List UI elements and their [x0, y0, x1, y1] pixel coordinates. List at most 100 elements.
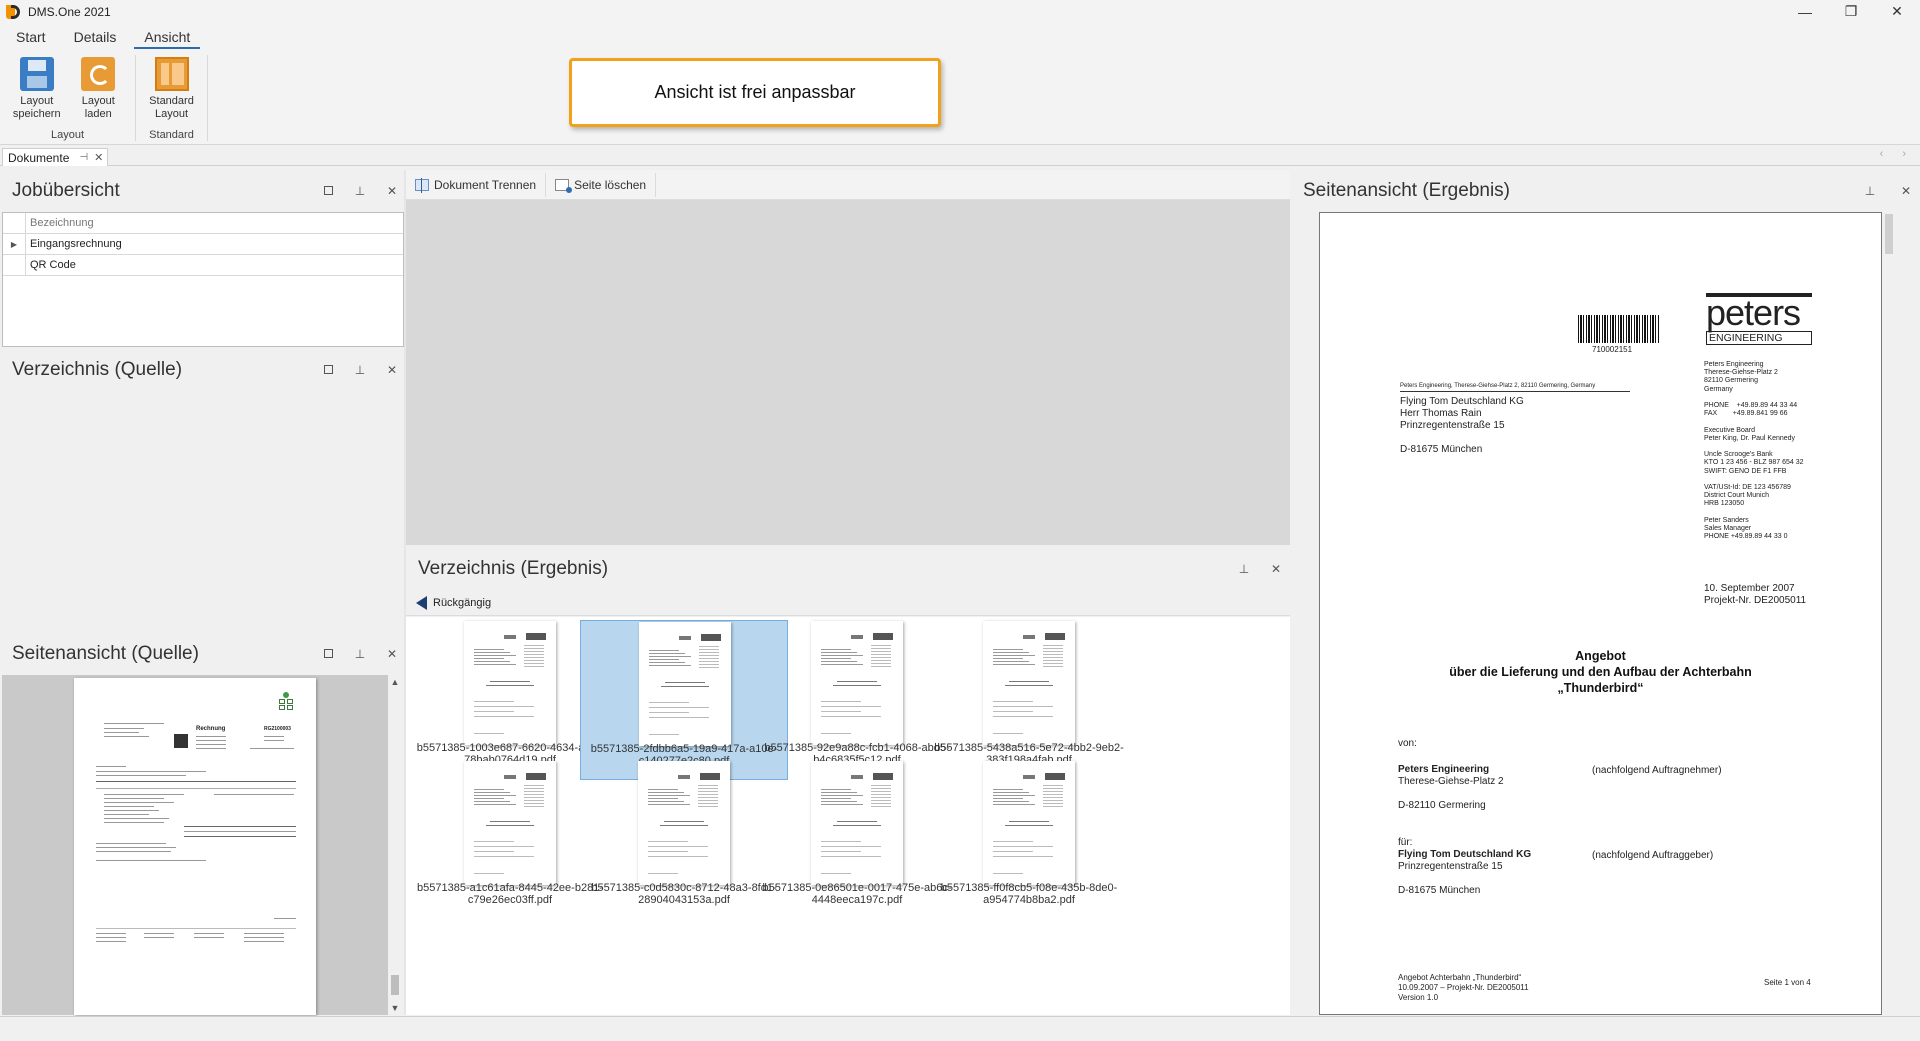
thumbnail-page-image [464, 621, 556, 745]
table-row[interactable]: ▶ Eingangsrechnung [3, 234, 403, 255]
recipient-address: Flying Tom Deutschland KG Herr Thomas Ra… [1400, 396, 1524, 455]
tab-dokumente[interactable]: Dokumente ⊣ ✕ [2, 148, 108, 166]
panel-tools: ⊥ ✕ [322, 633, 398, 675]
undo-arrow-icon [416, 595, 427, 610]
thumbnail-page-image [983, 621, 1075, 745]
title-bar: DMS.One 2021 — ❐ ✕ [0, 0, 1920, 23]
pin-icon[interactable]: ⊥ [354, 647, 366, 661]
invoice-number: RG2100003 [264, 726, 291, 732]
panel-title: Verzeichnis (Quelle) [12, 359, 183, 380]
group-label-standard: Standard [149, 129, 194, 141]
scroll-thumb[interactable] [1885, 214, 1893, 254]
tab-ansicht[interactable]: Ansicht [134, 27, 201, 49]
window-title: DMS.One 2021 [28, 4, 111, 19]
result-directory-panel: Verzeichnis (Ergebnis) ⊥ ✕ Rückgängig b5… [406, 548, 1290, 1015]
expand-arrow-icon[interactable]: ▶ [3, 234, 26, 254]
maximize-icon[interactable] [322, 647, 334, 661]
von-label: von: [1398, 738, 1417, 749]
barcode-icon [1578, 315, 1660, 343]
fuer-name: Flying Tom Deutschland KG [1398, 849, 1532, 860]
floppy-disk-icon [19, 57, 54, 91]
column-header-bezeichnung[interactable]: Bezeichnung [26, 217, 94, 229]
letter-date: 10. September 2007 Projekt-Nr. DE2005011 [1704, 583, 1807, 606]
app-logo-icon [6, 4, 20, 19]
close-icon[interactable]: ✕ [386, 363, 398, 377]
result-page-panel: Seitenansicht (Ergebnis) ⊥ ✕ 710002151 p… [1291, 170, 1920, 1015]
source-page-viewport[interactable]: Rechnung RG2100003 [2, 675, 388, 1015]
source-page-panel: Seitenansicht (Quelle) ⊥ ✕ Rechnung RG21… [0, 633, 406, 1015]
delete-page-button[interactable]: Seite löschen [546, 172, 657, 197]
undo-label: Rückgängig [433, 596, 492, 609]
job-overview-header: Jobübersicht ⊥ ✕ [0, 170, 406, 212]
job-overview-panel: Jobübersicht ⊥ ✕ Bezeichnung ▶ Eingangsr… [0, 170, 406, 347]
pin-icon[interactable]: ⊥ [354, 363, 366, 377]
letter-title: Angebot über die Lieferung und den Aufba… [1449, 649, 1752, 695]
letter-footer: Angebot Achterbahn „Thunderbird“ 10.09.2… [1398, 973, 1529, 1002]
maximize-icon[interactable] [322, 363, 334, 377]
ribbon-group-layout: Layout speichern Layout laden Layout [0, 55, 136, 141]
close-icon[interactable]: ✕ [1900, 184, 1912, 198]
delete-page-label: Seite löschen [574, 177, 647, 192]
von-name: Peters Engineering [1398, 764, 1490, 775]
result-page-image[interactable]: 710002151 peters ENGINEERING Peters Engi… [1319, 212, 1882, 1015]
thumbnail-filename: b5571385-ff0f8cb5-f08e-435b-8de0- a954774… [925, 882, 1133, 906]
undo-button[interactable]: Rückgängig [406, 595, 492, 610]
page-indicator: Seite 1 von 4 [1764, 978, 1811, 987]
panel-title: Jobübersicht [12, 180, 120, 201]
close-tab-icon[interactable]: ✕ [94, 151, 103, 164]
panel-title: Seitenansicht (Quelle) [12, 643, 199, 664]
panel-tools: ⊥ ✕ [1864, 170, 1912, 212]
thumbnail-page-image [811, 761, 903, 885]
thumbnail-page-image [811, 621, 903, 745]
filename-line-2: a954774b8ba2.pdf [983, 894, 1075, 906]
tabstrip-nav-arrows[interactable]: ‹ › [1880, 148, 1914, 160]
callout-note: Ansicht ist frei anpassbar [569, 58, 941, 127]
panel-tools: ⊥ ✕ [1238, 548, 1282, 590]
logo-word: peters [1706, 292, 1801, 333]
row-indicator [3, 255, 26, 275]
scroll-up-icon[interactable]: ▲ [388, 675, 402, 689]
result-directory-header: Verzeichnis (Ergebnis) ⊥ ✕ [406, 548, 1290, 590]
job-grid: Bezeichnung ▶ Eingangsrechnung QR Code [2, 212, 404, 347]
group-label-layout: Layout [50, 129, 85, 141]
document-work-area[interactable] [406, 200, 1290, 545]
thumbnail-page-image [638, 761, 730, 885]
pin-icon[interactable]: ⊣ [79, 152, 88, 163]
peters-logo: peters ENGINEERING [1706, 293, 1812, 349]
split-document-label: Dokument Trennen [434, 177, 537, 192]
source-page-image: Rechnung RG2100003 [74, 678, 316, 1015]
delete-page-icon [555, 178, 573, 193]
minimize-button[interactable]: — [1782, 0, 1828, 23]
pin-icon[interactable]: ⊥ [1238, 562, 1250, 576]
tab-details[interactable]: Details [64, 27, 127, 49]
pin-icon[interactable]: ⊥ [354, 184, 366, 198]
split-document-button[interactable]: Dokument Trennen [406, 172, 547, 197]
close-icon[interactable]: ✕ [1270, 562, 1282, 576]
source-page-scrollbar[interactable]: ▲ ▼ [388, 675, 402, 1015]
pin-icon[interactable]: ⊥ [1864, 184, 1876, 198]
result-toolbar: Rückgängig [406, 590, 1290, 616]
table-row[interactable]: QR Code [3, 255, 403, 276]
source-directory-header: Verzeichnis (Quelle) ⊥ ✕ [0, 349, 406, 391]
restore-button[interactable]: ❐ [1828, 0, 1874, 23]
result-page-scrollbar[interactable] [1882, 212, 1896, 1015]
sender-line: Peters Engineering, Therese-Giehse-Platz… [1400, 381, 1630, 392]
window-controls: — ❐ ✕ [1782, 0, 1920, 23]
panel-tools: ⊥ ✕ [322, 349, 398, 391]
thumbnail-item[interactable]: b5571385-5438a516-5e72-4bb2-9eb2- 383f198… [925, 620, 1133, 780]
thumbnail-item[interactable]: b5571385-ff0f8cb5-f08e-435b-8de0- a954774… [925, 760, 1133, 920]
fuer-address: Prinzregentenstraße 15 D-81675 München [1398, 861, 1503, 896]
tab-dokumente-label: Dokumente [8, 150, 70, 165]
scroll-down-icon[interactable]: ▼ [388, 1001, 402, 1015]
split-document-icon [415, 177, 429, 193]
panel-title: Seitenansicht (Ergebnis) [1303, 180, 1510, 201]
maximize-icon[interactable] [322, 184, 334, 198]
von-address: Therese-Giehse-Platz 2 D-82110 Germering [1398, 776, 1504, 811]
tab-start[interactable]: Start [6, 27, 56, 49]
filename-line-1: b5571385-ff0f8cb5-f08e-435b-8de0- [940, 882, 1118, 894]
scroll-thumb[interactable] [391, 975, 399, 995]
company-info: Peters Engineering Therese-Giehse-Platz … [1704, 361, 1804, 541]
close-icon[interactable]: ✕ [386, 647, 398, 661]
close-icon[interactable]: ✕ [386, 184, 398, 198]
close-button[interactable]: ✕ [1874, 0, 1920, 23]
